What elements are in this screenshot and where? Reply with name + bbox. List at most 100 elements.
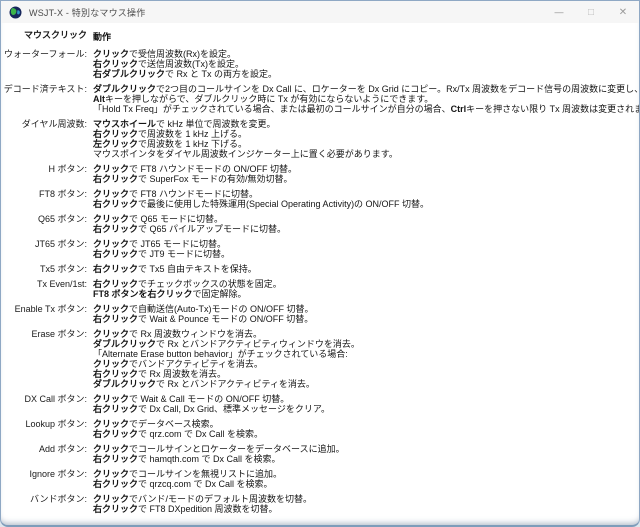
close-button[interactable]: ✕ xyxy=(607,1,639,23)
action-line: クリックで自動送信(Auto-Tx)モードの ON/OFF 切替。 xyxy=(93,304,314,314)
action-line: クリックで受信周波数(Rx)を設定。 xyxy=(93,49,237,59)
row-label: Q65 ボタン: xyxy=(37,214,87,224)
row-actions: クリックでバンド/モードのデフォルト周波数を切替。 右クリックで FT8 DXpe… xyxy=(93,494,631,514)
table-row: JT65 ボタン: クリックで JT65 モードに切替。 右クリックで JT9 モー… xyxy=(1,239,631,259)
row-actions: 右クリックで Tx5 自由テキストを保持。 xyxy=(93,264,631,274)
action-line: 右クリックで Dx Call, Dx Grid、標準メッセージをクリア。 xyxy=(93,404,330,414)
row-label: Enable Tx ボタン: xyxy=(14,304,87,314)
action-line: クリックで JT65 モードに切替。 xyxy=(93,239,227,249)
action-line: 右クリックで SuperFox モードの有効/無効切替。 xyxy=(93,174,293,184)
action-line: 右クリックで最後に使用した特殊運用(Special Operating Acti… xyxy=(93,199,430,209)
row-label: ウォーターフォール: xyxy=(4,49,87,59)
special-mouse-commands-dialog: WSJT-X - 特別なマウス操作 — □ ✕ マウスクリック 動作 ウォーター… xyxy=(0,0,640,527)
action-line: 右クリックで Rx 周波数を消去。 xyxy=(93,369,227,379)
titlebar[interactable]: WSJT-X - 特別なマウス操作 — □ ✕ xyxy=(1,1,639,23)
action-line: 右クリックで FT8 DXpedition 周波数を切替。 xyxy=(93,504,278,514)
action-line: クリックで FT8 ハウンドモードの ON/OFF 切替。 xyxy=(93,164,298,174)
row-label: デコード済テキスト: xyxy=(3,84,87,94)
row-actions: クリックでデータベース検索。 右クリックで qrz.com で Dx Call を… xyxy=(93,419,631,439)
row-actions: クリックで受信周波数(Rx)を設定。 右クリックで送信周波数(Tx)を設定。 右ダブ… xyxy=(93,49,631,79)
action-line: ダブルクリックで Rx とバンドアクティビティウィンドウを消去。 xyxy=(93,339,360,349)
table-row: Enable Tx ボタン: クリックで自動送信(Auto-Tx)モードの ON/… xyxy=(1,304,631,324)
window-title: WSJT-X - 特別なマウス操作 xyxy=(29,7,146,18)
action-line: ダブルクリックで2つ目のコールサインを Dx Call に、ロケーターを Dx … xyxy=(93,84,639,94)
column-header-action: 動作 xyxy=(93,32,112,42)
row-actions: 右クリックでチェックボックスの状態を固定。 FT8 ボタンを右クリックで固定解除。 xyxy=(93,279,631,299)
table-row: FT8 ボタン: クリックで FT8 ハウンドモードに切替。 右クリックで最後に使用… xyxy=(1,189,631,209)
wsjtx-app-icon xyxy=(9,6,22,19)
action-line: クリックで Wait & Call モードの ON/OFF 切替。 xyxy=(93,394,290,404)
row-actions: クリックで自動送信(Auto-Tx)モードの ON/OFF 切替。 右クリックで … xyxy=(93,304,631,324)
action-line: クリックでバンド/モードのデフォルト周波数を切替。 xyxy=(93,494,312,504)
action-line: 右ダブルクリックで Rx と Tx の両方を設定。 xyxy=(93,69,278,79)
action-line: 「Hold Tx Freq」がチェックされている場合、または最初のコールサインが… xyxy=(93,104,639,114)
row-label: バンドボタン: xyxy=(30,494,87,504)
row-label: JT65 ボタン: xyxy=(34,239,87,249)
action-line: 右クリックで送信周波数(Tx)を設定。 xyxy=(93,59,245,69)
table-row: DX Call ボタン: クリックで Wait & Call モードの ON/OF… xyxy=(1,394,631,414)
action-line: 右クリックでチェックボックスの状態を固定。 xyxy=(93,279,282,289)
row-actions: クリックで Q65 モードに切替。 右クリックで Q65 パイルアップモードに切替… xyxy=(93,214,631,234)
column-header-mouse-click: マウスクリック xyxy=(23,30,87,40)
table-header-row: マウスクリック 動作 xyxy=(1,30,631,43)
table-row: ダイヤル周波数: マウスホイールで kHz 単位で周波数を変更。 右クリックで周波数… xyxy=(1,119,631,159)
row-label: Add ボタン: xyxy=(38,444,87,454)
table-row: バンドボタン: クリックでバンド/モードのデフォルト周波数を切替。 右クリックで F… xyxy=(1,494,631,514)
action-line: クリックで FT8 ハウンドモードに切替。 xyxy=(93,189,259,199)
row-label: Lookup ボタン: xyxy=(25,419,87,429)
row-actions: クリックで Rx 周波数ウィンドウを消去。 ダブルクリックで Rx とバンドアクテ… xyxy=(93,329,631,389)
action-line: 「Alternate Erase button behavior」がチェックされ… xyxy=(93,349,348,359)
row-actions: クリックで JT65 モードに切替。 右クリックで JT9 モードに切替。 xyxy=(93,239,631,259)
row-actions: クリックで Wait & Call モードの ON/OFF 切替。 右クリックで … xyxy=(93,394,631,414)
action-line: クリックで Q65 モードに切替。 xyxy=(93,214,224,224)
table-row: Ignore ボタン: クリックでコールサインを無視リストに追加。 右クリックで q… xyxy=(1,469,631,489)
action-line: 右クリックで qrzcq.com で Dx Call を検索。 xyxy=(93,479,273,489)
help-content: マウスクリック 動作 ウォーターフォール: クリックで受信周波数(Rx)を設定。右… xyxy=(1,23,639,525)
action-line: クリックでバンドアクティビティを消去。 xyxy=(93,359,263,369)
row-actions: クリックで FT8 ハウンドモードに切替。 右クリックで最後に使用した特殊運用(S… xyxy=(93,189,631,209)
row-actions: ダブルクリックで2つ目のコールサインを Dx Call に、ロケーターを Dx … xyxy=(93,84,639,114)
action-line: 右クリックで qrz.com で Dx Call を検索。 xyxy=(93,429,264,439)
action-line: ダブルクリックで Rx とバンドアクティビティを消去。 xyxy=(93,379,315,389)
row-label: Ignore ボタン: xyxy=(29,469,87,479)
maximize-button[interactable]: □ xyxy=(575,1,607,23)
action-line: 右クリックで周波数を 1 kHz 上げる。 xyxy=(93,129,248,139)
window-controls: — □ ✕ xyxy=(543,1,639,23)
action-line: 右クリックで hamqth.com で Dx Call を検索。 xyxy=(93,454,281,464)
row-actions: クリックでコールサインを無視リストに追加。 右クリックで qrzcq.com で … xyxy=(93,469,631,489)
row-actions: クリックで FT8 ハウンドモードの ON/OFF 切替。 右クリックで Supe… xyxy=(93,164,631,184)
action-line: クリックでコールサインとロケーターをデータベースに追加。 xyxy=(93,444,345,454)
row-label: H ボタン: xyxy=(48,164,87,174)
mouse-commands-table: ウォーターフォール: クリックで受信周波数(Rx)を設定。 右クリックで送信周波数(… xyxy=(1,49,639,514)
action-line: 右クリックで Tx5 自由テキストを保持。 xyxy=(93,264,257,274)
table-row: H ボタン: クリックで FT8 ハウンドモードの ON/OFF 切替。 右クリック… xyxy=(1,164,631,184)
table-row: Tx Even/1st: 右クリックでチェックボックスの状態を固定。 FT8 ボタン… xyxy=(1,279,631,299)
action-line: 右クリックで Q65 パイルアップモードに切替。 xyxy=(93,224,287,234)
row-actions: マウスホイールで kHz 単位で周波数を変更。 右クリックで周波数を 1 kHz … xyxy=(93,119,631,159)
action-line: クリックで Rx 周波数ウィンドウを消去。 xyxy=(93,329,263,339)
table-row: Lookup ボタン: クリックでデータベース検索。 右クリックで qrz.com … xyxy=(1,419,631,439)
action-line: 右クリックで JT9 モードに切替。 xyxy=(93,249,231,259)
minimize-button[interactable]: — xyxy=(543,1,575,23)
action-line: 左クリックで周波数を 1 kHz 下げる。 xyxy=(93,139,248,149)
row-label: ダイヤル周波数: xyxy=(21,119,87,129)
table-row: Q65 ボタン: クリックで Q65 モードに切替。 右クリックで Q65 パイルア… xyxy=(1,214,631,234)
row-label: FT8 ボタン: xyxy=(38,189,87,199)
action-line: FT8 ボタンを右クリックで固定解除。 xyxy=(93,289,247,299)
action-line: Altキーを押しながらで、ダブルクリック時に Tx が有効にならないようにできま… xyxy=(93,94,434,104)
action-line: マウスポインタをダイヤル周波数インジケーター上に置く必要があります。 xyxy=(93,149,398,159)
row-label: Tx Even/1st: xyxy=(36,279,87,289)
row-label: Erase ボタン: xyxy=(31,329,87,339)
action-line: クリックでデータベース検索。 xyxy=(93,419,219,429)
row-label: DX Call ボタン: xyxy=(24,394,87,404)
table-row: ウォーターフォール: クリックで受信周波数(Rx)を設定。 右クリックで送信周波数(… xyxy=(1,49,631,79)
table-row: Erase ボタン: クリックで Rx 周波数ウィンドウを消去。 ダブルクリックで … xyxy=(1,329,631,389)
row-label: Tx5 ボタン: xyxy=(39,264,87,274)
row-actions: クリックでコールサインとロケーターをデータベースに追加。 右クリックで hamqt… xyxy=(93,444,631,464)
table-row: デコード済テキスト: ダブルクリックで2つ目のコールサインを Dx Call に、… xyxy=(1,84,639,114)
action-line: クリックでコールサインを無視リストに追加。 xyxy=(93,469,283,479)
table-row: Tx5 ボタン: 右クリックで Tx5 自由テキストを保持。 xyxy=(1,264,631,274)
action-line: 右クリックで Wait & Pounce モードの ON/OFF 切替。 xyxy=(93,314,314,324)
action-line: マウスホイールで kHz 単位で周波数を変更。 xyxy=(93,119,276,129)
table-row: Add ボタン: クリックでコールサインとロケーターをデータベースに追加。 右クリッ… xyxy=(1,444,631,464)
